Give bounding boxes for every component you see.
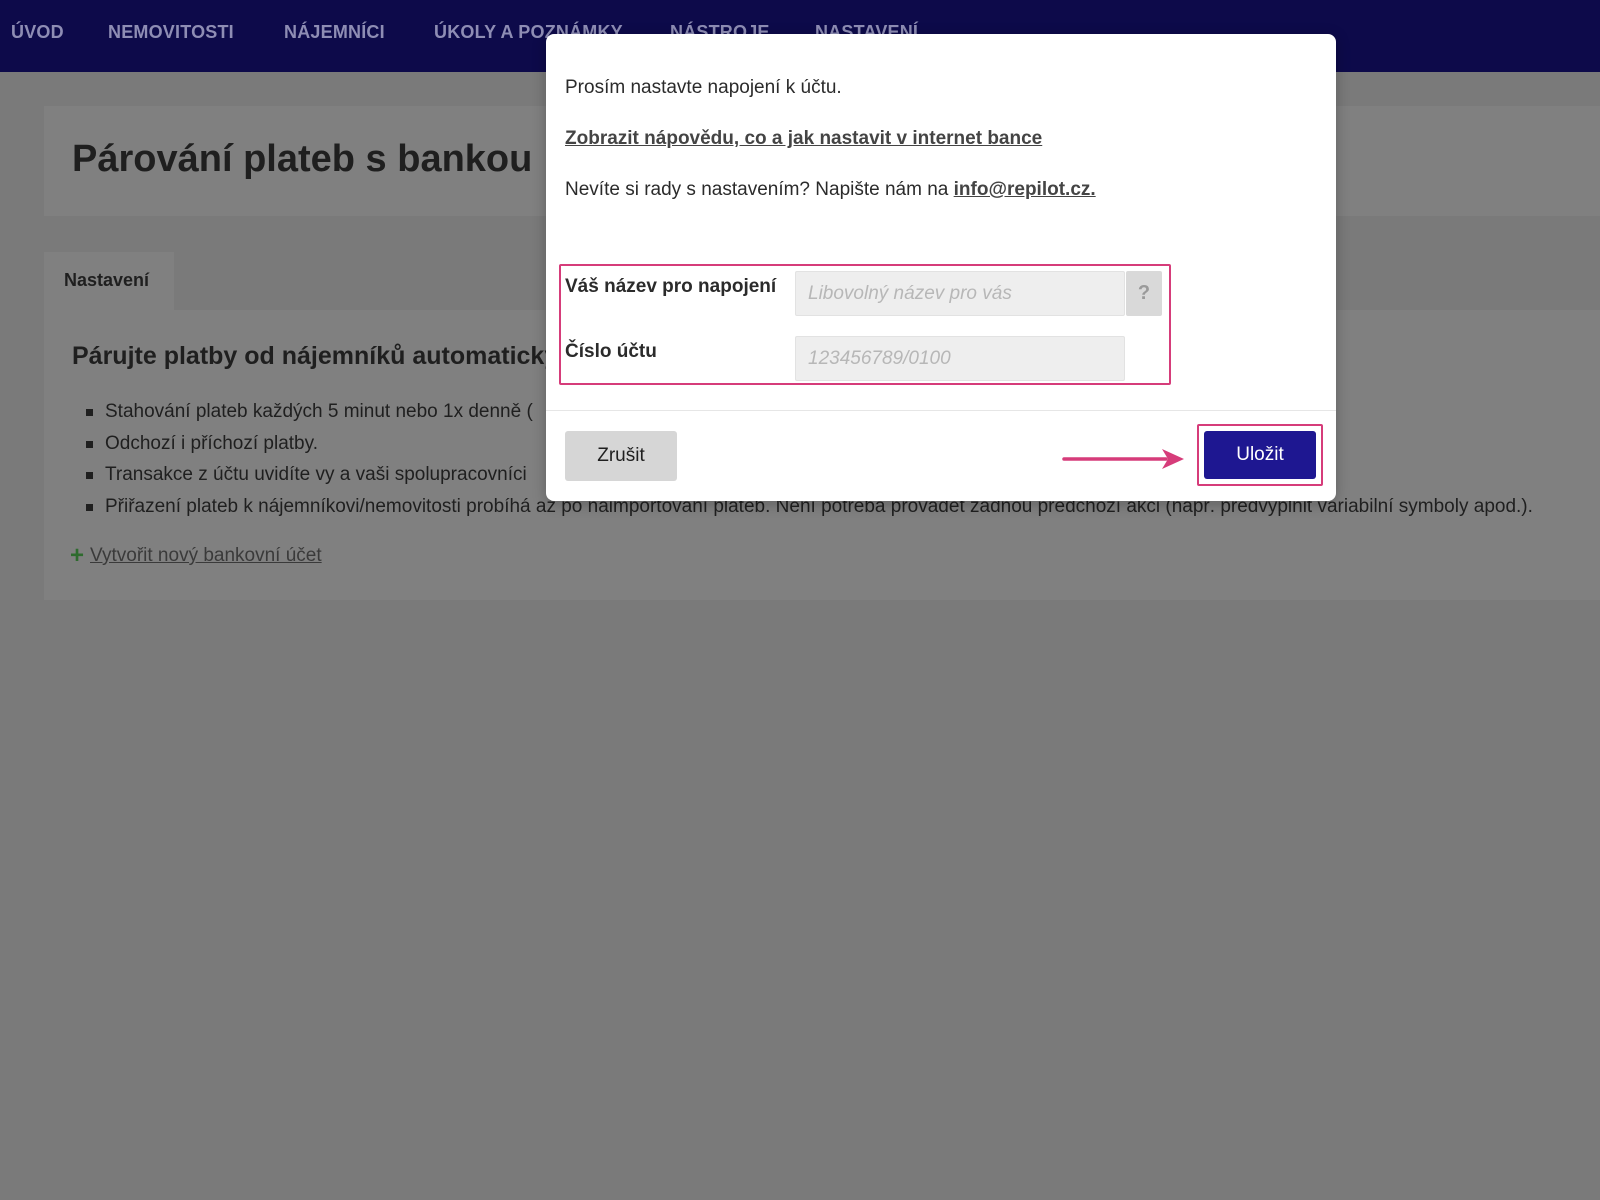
- new-bank-account-label: Vytvořit nový bankovní účet: [90, 545, 322, 566]
- contact-text: Nevíte si rady s nastavením? Napište nám…: [565, 179, 1096, 201]
- section-subtitle: Párujte platby od nájemníků automaticky: [72, 342, 559, 370]
- contact-email-link[interactable]: info@repilot.cz.: [954, 179, 1096, 200]
- nav-item-najemnici[interactable]: NÁJEMNÍCI: [284, 22, 385, 43]
- help-link[interactable]: Zobrazit nápovědu, co a jak nastavit v i…: [565, 128, 1042, 150]
- modal-intro-text: Prosím nastavte napojení k účtu.: [565, 77, 842, 98]
- connection-name-input[interactable]: [795, 271, 1125, 316]
- contact-prefix: Nevíte si rady s nastavením? Napište nám…: [565, 179, 954, 200]
- question-icon[interactable]: ?: [1126, 271, 1162, 316]
- new-bank-account-link[interactable]: + Vytvořit nový bankovní účet: [70, 544, 322, 568]
- arrow-right-icon: [1062, 449, 1184, 469]
- plus-icon: +: [70, 542, 85, 569]
- nav-item-uvod[interactable]: ÚVOD: [11, 22, 64, 43]
- save-button[interactable]: Uložit: [1204, 431, 1316, 479]
- account-number-input[interactable]: [795, 336, 1125, 381]
- bank-connection-modal: Prosím nastavte napojení k účtu. Zobrazi…: [546, 34, 1336, 501]
- cancel-button[interactable]: Zrušit: [565, 431, 677, 481]
- connection-name-label: Váš název pro napojení: [565, 276, 777, 297]
- modal-divider: [546, 410, 1336, 411]
- account-number-label: Číslo účtu: [565, 341, 657, 362]
- nav-item-nemovitosti[interactable]: NEMOVITOSTI: [108, 22, 234, 43]
- page-title: Párování plateb s bankou: [72, 138, 533, 180]
- tab-settings-label: Nastavení: [64, 270, 150, 290]
